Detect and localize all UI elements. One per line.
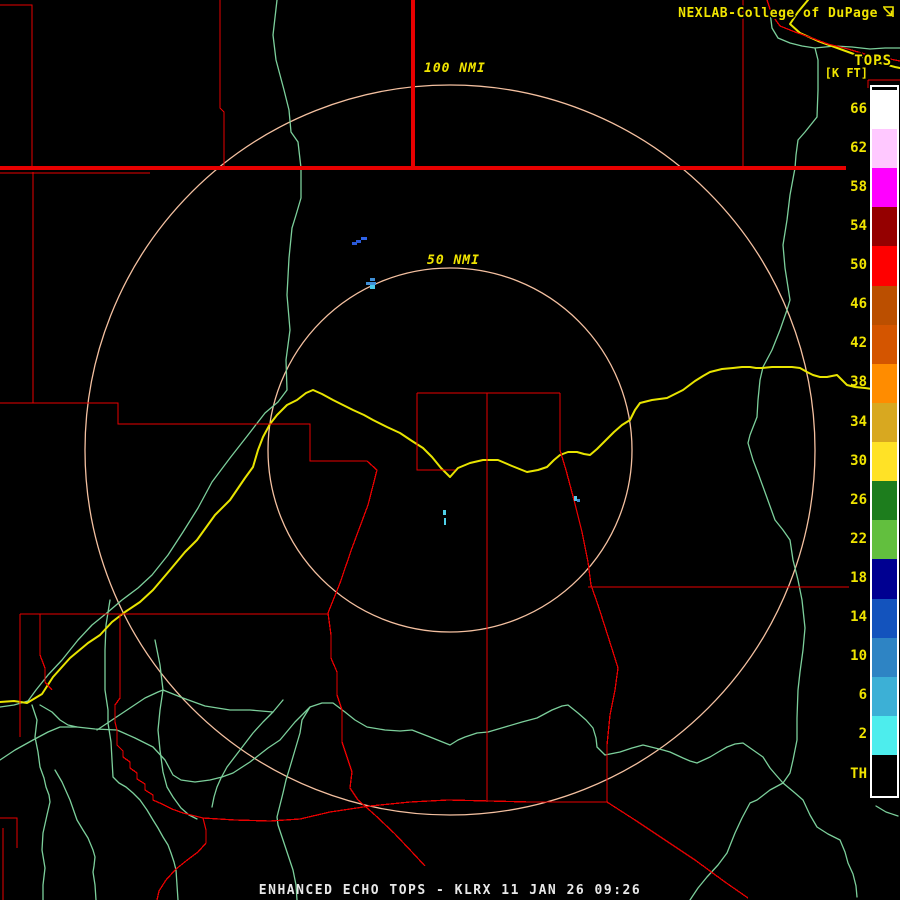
scale-segment-30 <box>872 442 897 482</box>
scale-label-38: 38 <box>850 374 867 391</box>
scale-segment-2 <box>872 715 897 755</box>
product-title: ENHANCED ECHO TOPS - KLRX 11 JAN 26 09:2… <box>258 883 642 898</box>
range-ring-50nmi <box>267 267 633 633</box>
scale-label-46: 46 <box>850 296 867 313</box>
scale-label-threshold: TH <box>850 766 867 782</box>
scale-label-18: 18 <box>850 569 867 586</box>
scale-segment-10 <box>872 637 897 677</box>
state-boundary-lines <box>0 0 846 170</box>
scale-segment-6 <box>872 676 897 716</box>
scale-segment-26 <box>872 481 897 521</box>
legend-unit-label: [K FT] <box>824 66 868 80</box>
radar-echo <box>370 278 375 281</box>
radar-echo <box>356 240 361 243</box>
major-river-lines <box>0 0 900 704</box>
scale-label-42: 42 <box>850 335 867 352</box>
scale-segment-18 <box>872 559 897 599</box>
radar-display: 100 NMI 50 NMI NEXLAB-College of DuPage … <box>0 0 900 900</box>
scale-label-14: 14 <box>850 609 867 626</box>
range-ring-100nmi <box>84 84 816 816</box>
echo-tops-color-scale <box>870 85 899 798</box>
river-lines <box>0 0 900 900</box>
scale-label-58: 58 <box>850 178 867 195</box>
radar-echo <box>444 518 446 525</box>
scale-label-30: 30 <box>850 452 867 469</box>
scale-label-66: 66 <box>850 100 867 117</box>
radar-map-canvas <box>0 0 900 900</box>
scale-segment-22 <box>872 520 897 560</box>
scale-segment-58 <box>872 168 897 208</box>
scale-segment-38 <box>872 363 897 403</box>
scale-segment-50 <box>872 246 897 286</box>
scale-label-50: 50 <box>850 257 867 274</box>
scale-label-34: 34 <box>850 413 867 430</box>
scale-label-62: 62 <box>850 139 867 156</box>
scale-label-26: 26 <box>850 491 867 508</box>
radar-echo <box>443 510 446 515</box>
scale-segment-62 <box>872 129 897 169</box>
scale-segment-54 <box>872 207 897 247</box>
scale-segment-42 <box>872 324 897 364</box>
range-ring-label-100nmi: 100 NMI <box>424 61 486 76</box>
scale-segment-46 <box>872 285 897 325</box>
scale-label-10: 10 <box>850 648 867 665</box>
scale-label-22: 22 <box>850 530 867 547</box>
scale-segment-34 <box>872 402 897 443</box>
range-rings <box>84 84 816 816</box>
window-arrow-icon <box>883 6 894 17</box>
scale-segment-66 <box>872 90 897 130</box>
brand-text: NEXLAB-College of DuPage <box>678 6 878 21</box>
radar-echo <box>361 237 367 240</box>
radar-echo <box>577 499 580 502</box>
county-boundary-lines <box>0 0 900 900</box>
scale-label-6: 6 <box>858 687 867 704</box>
radar-echo <box>370 285 375 289</box>
range-ring-label-50nmi: 50 NMI <box>427 253 480 268</box>
scale-segment-14 <box>872 598 897 638</box>
scale-label-2: 2 <box>858 726 867 743</box>
scale-label-54: 54 <box>850 217 867 234</box>
